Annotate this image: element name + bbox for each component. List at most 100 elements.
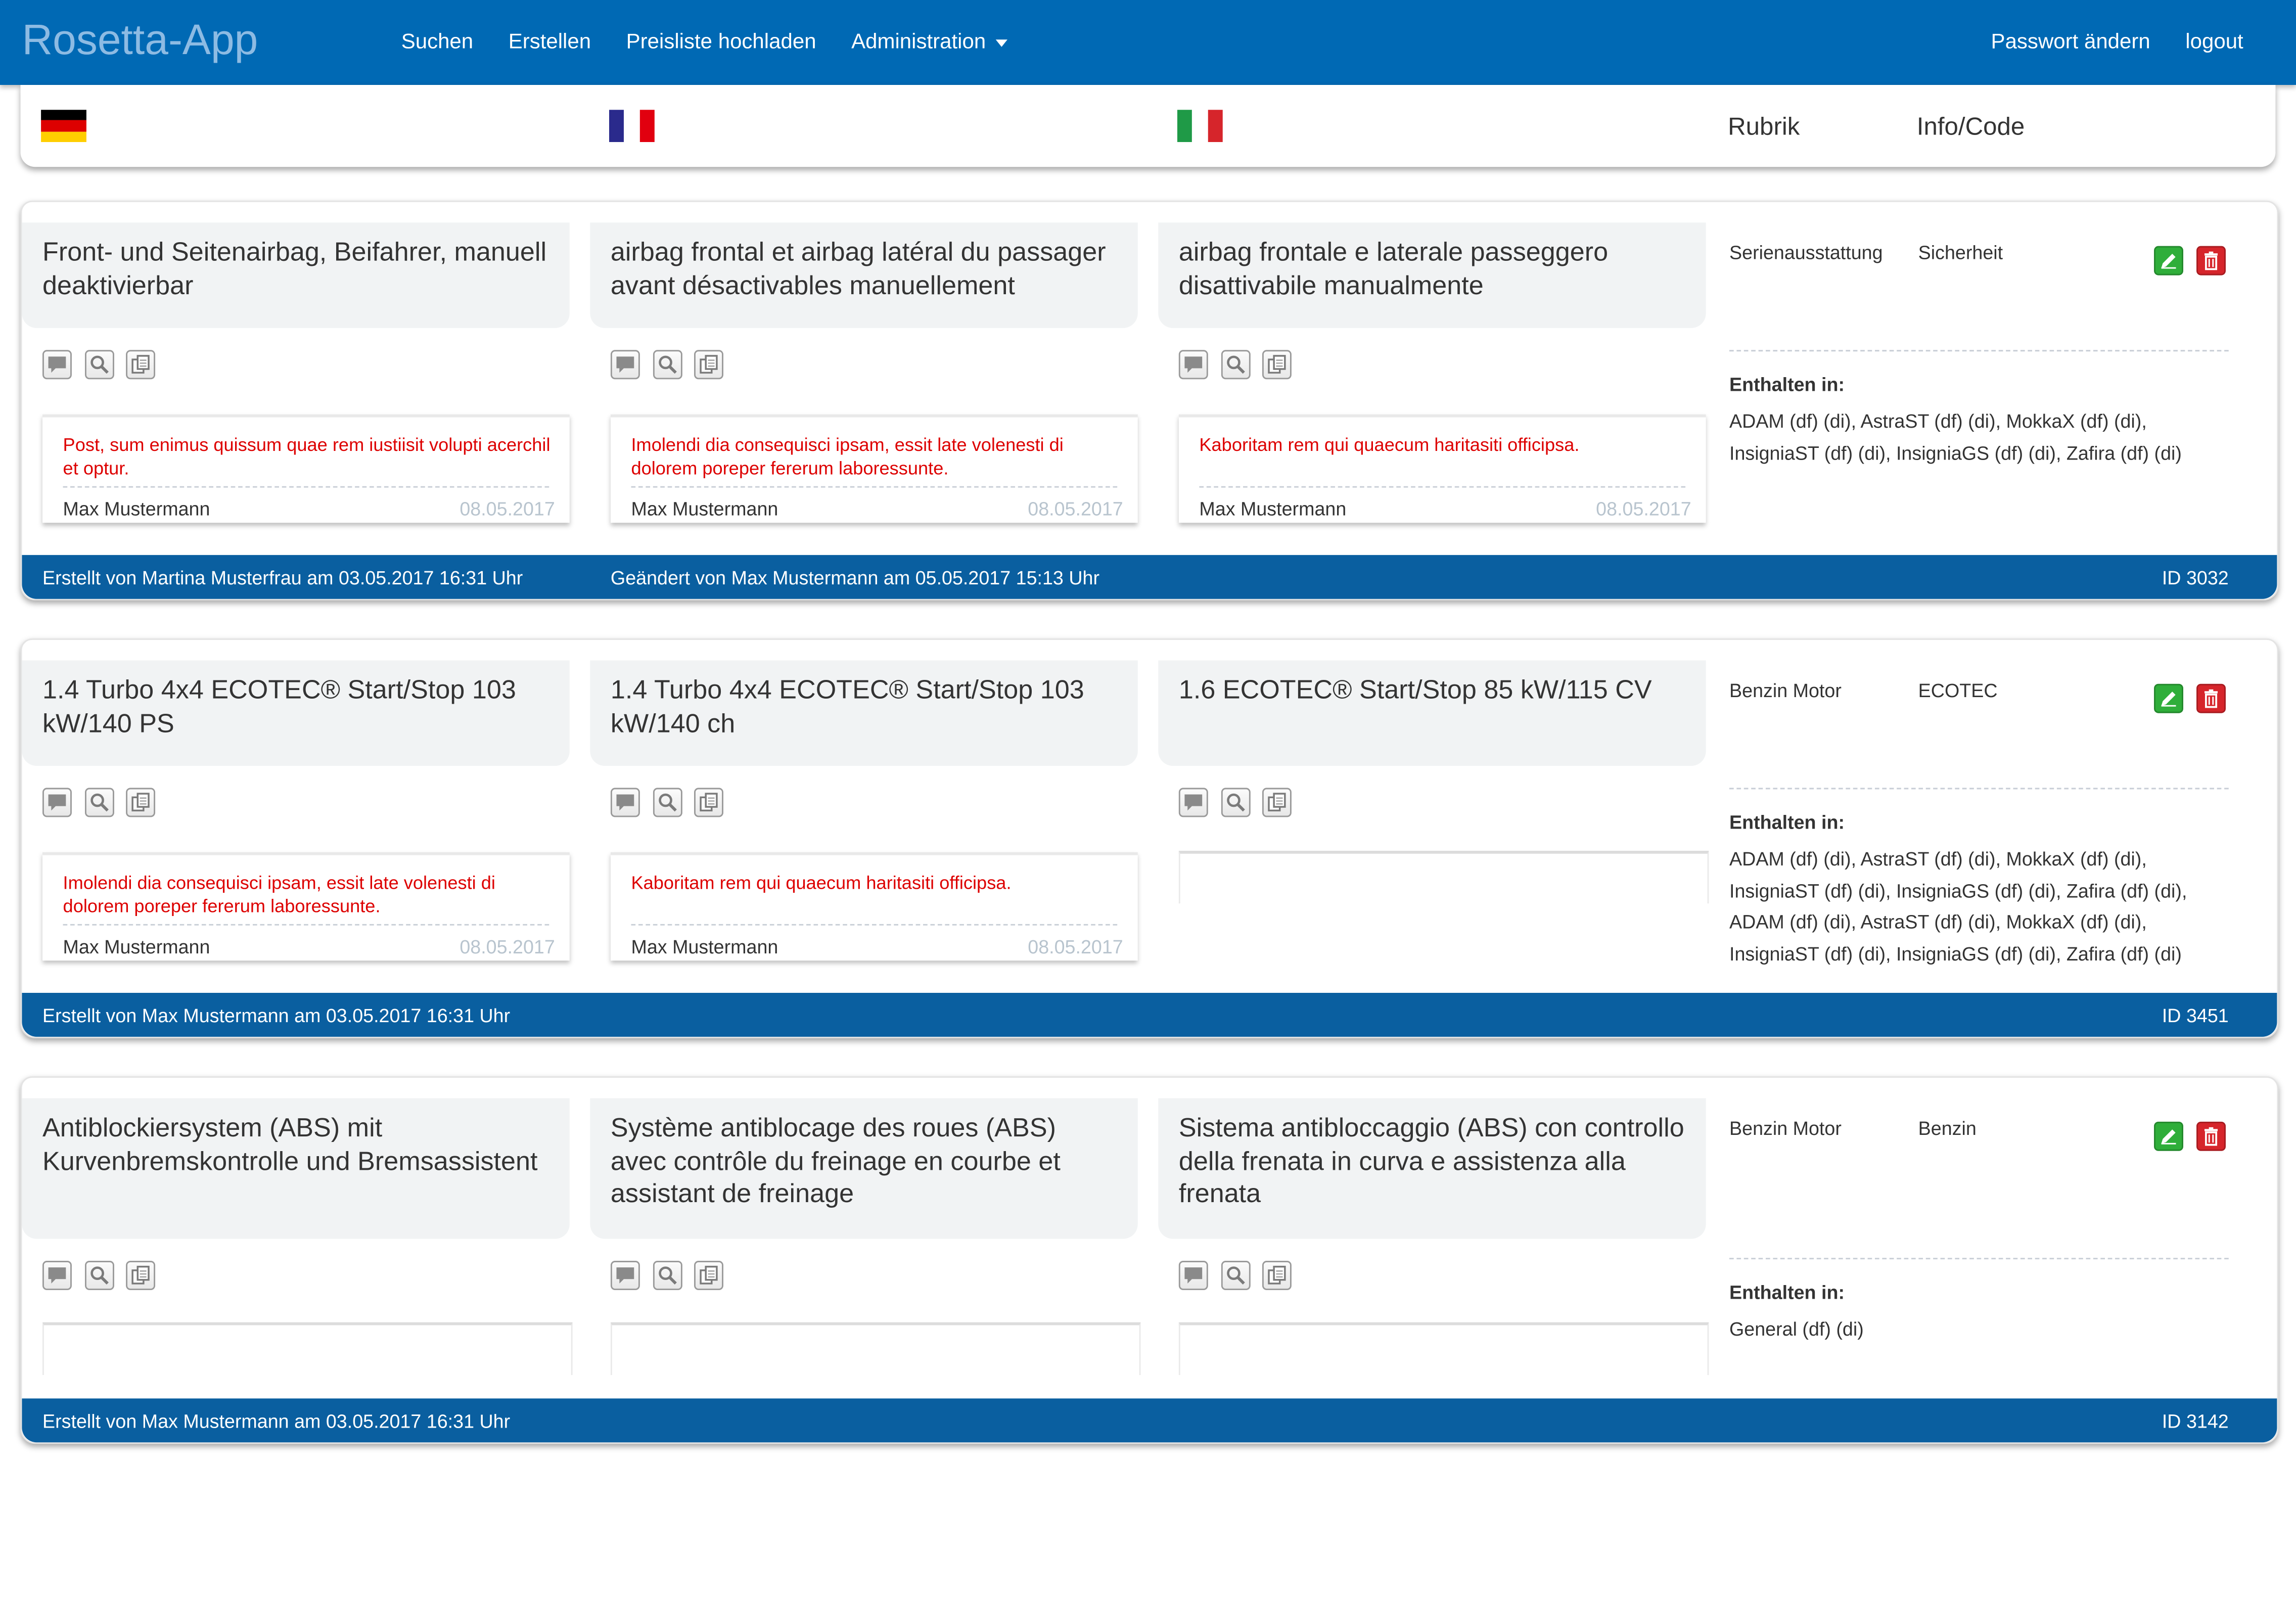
caret-down-icon [996,39,1008,47]
copy-button[interactable] [126,350,156,380]
comment-text: Post, sum enimus quissum quae rem iustii… [63,435,550,478]
comment-author: Max Mustermann [1199,497,1347,520]
empty-comment-area-de[interactable] [42,1322,573,1376]
cell-toolbar-it [1178,788,1304,817]
copy-button[interactable] [694,788,723,817]
search-button[interactable] [652,1261,682,1290]
user-nav: Passwort ändern logout [1956,0,2243,85]
record-footer: Erstellt von Max Mustermann am 03.05.201… [22,1398,2277,1443]
comment-button[interactable] [1178,1261,1208,1290]
german-flag-icon [41,110,86,142]
comment-icon [48,1267,66,1284]
search-icon [89,793,108,812]
copy-button[interactable] [126,788,156,817]
record-id: ID 3032 [2162,567,2229,589]
comment-date: 08.05.2017 [1028,935,1123,958]
comment-author: Max Mustermann [631,935,778,958]
text-cell-de[interactable]: Antiblockiersystem (ABS) mit Kurvenbrems… [22,1098,570,1239]
comment-button[interactable] [1178,350,1208,380]
text-cell-it[interactable]: Sistema antibloccaggio (ABS) con control… [1158,1098,1706,1239]
cell-toolbar-it [1178,1261,1304,1290]
nav-search[interactable]: Suchen [401,31,473,54]
copy-button[interactable] [694,350,723,380]
search-button[interactable] [1220,788,1250,817]
contained-in-list: General (df) (di) [1729,1318,1864,1340]
comment-author: Max Mustermann [63,497,210,520]
comment-divider [63,924,549,926]
search-button[interactable] [652,788,682,817]
comment-button[interactable] [610,350,640,380]
search-button[interactable] [1220,350,1250,380]
copy-button[interactable] [1262,350,1292,380]
edit-button[interactable] [2154,1121,2183,1151]
copy-button[interactable] [126,1261,156,1290]
record-footer: Erstellt von Max Mustermann am 03.05.201… [22,992,2277,1037]
record-card: Front- und Seitenairbag, Beifahrer, manu… [20,200,2279,601]
copy-icon [131,793,150,812]
nav-upload-pricelist[interactable]: Preisliste hochladen [626,31,816,54]
search-button[interactable] [84,1261,114,1290]
contained-in-list: ADAM (df) (di), AstraST (df) (di), Mokka… [1729,848,2187,965]
comment-icon [616,794,634,811]
text-cell-fr[interactable]: airbag frontal et airbag latéral du pass… [590,222,1138,328]
cell-toolbar-fr [610,788,736,817]
copy-button[interactable] [694,1261,723,1290]
comment-button[interactable] [1178,788,1208,817]
search-button[interactable] [1220,1261,1250,1290]
search-icon [1226,793,1245,812]
empty-comment-area-it[interactable] [1178,850,1709,904]
text-cell-it[interactable]: airbag frontale e laterale passeggero di… [1158,222,1706,328]
comment-button[interactable] [610,1261,640,1290]
comment-button[interactable] [42,350,72,380]
comment-text: Imolendi dia consequisci ipsam, essit la… [63,873,495,916]
delete-button[interactable] [2196,683,2226,713]
search-icon [89,355,108,374]
text-cell-fr[interactable]: Système antiblocage des roues (ABS) avec… [590,1098,1138,1239]
comment-text: Kaboritam rem qui quaecum haritasiti off… [1199,435,1580,455]
delete-button[interactable] [2196,246,2226,276]
text-cell-de[interactable]: 1.4 Turbo 4x4 ECOTEC® Start/Stop 103 kW/… [22,660,570,766]
app-brand[interactable]: Rosetta-App [22,18,258,66]
search-icon [658,793,676,812]
delete-button[interactable] [2196,1121,2226,1151]
nav-administration-dropdown[interactable]: Administration [851,31,1008,54]
nav-create[interactable]: Erstellen [509,31,591,54]
edit-button[interactable] [2154,246,2183,276]
comment-card-fr: Imolendi dia consequisci ipsam, essit la… [610,414,1138,523]
search-icon [658,1266,676,1285]
empty-comment-area-it[interactable] [1178,1322,1709,1376]
pencil-icon [2161,1129,2176,1145]
header-rubrik: Rubrik [1728,113,1800,141]
contained-in-label: Enthalten in: [1729,1281,1845,1304]
comment-button[interactable] [42,788,72,817]
trash-icon [2204,251,2218,270]
nav-administration-label: Administration [851,30,986,55]
top-navbar: Rosetta-App Suchen Erstellen Preisliste … [0,0,2296,85]
record-rubrik: Serienausstattung [1729,241,1883,264]
search-button[interactable] [84,350,114,380]
text-cell-fr[interactable]: 1.4 Turbo 4x4 ECOTEC® Start/Stop 103 kW/… [590,660,1138,766]
empty-comment-area-fr[interactable] [610,1322,1141,1376]
search-button[interactable] [652,350,682,380]
nav-change-password[interactable]: Passwort ändern [1991,31,2150,54]
copy-icon [1268,793,1286,812]
nav-logout[interactable]: logout [2185,31,2243,54]
edit-button[interactable] [2154,683,2183,713]
contained-in-label: Enthalten in: [1729,811,1845,834]
comment-button[interactable] [610,788,640,817]
comment-text: Imolendi dia consequisci ipsam, essit la… [631,435,1064,478]
cell-toolbar-de [42,350,168,380]
record-id: ID 3451 [2162,1004,2229,1027]
search-button[interactable] [84,788,114,817]
copy-button[interactable] [1262,788,1292,817]
comment-icon [1184,794,1203,811]
record-card: 1.4 Turbo 4x4 ECOTEC® Start/Stop 103 kW/… [20,638,2279,1038]
text-cell-de[interactable]: Front- und Seitenairbag, Beifahrer, manu… [22,222,570,328]
cell-toolbar-de [42,788,168,817]
copy-button[interactable] [1262,1261,1292,1290]
text-cell-it[interactable]: 1.6 ECOTEC® Start/Stop 85 kW/115 CV [1158,660,1706,766]
comment-divider [631,486,1118,488]
cell-toolbar-fr [610,1261,736,1290]
comment-button[interactable] [42,1261,72,1290]
record-info-code: Benzin [1918,1117,1977,1139]
